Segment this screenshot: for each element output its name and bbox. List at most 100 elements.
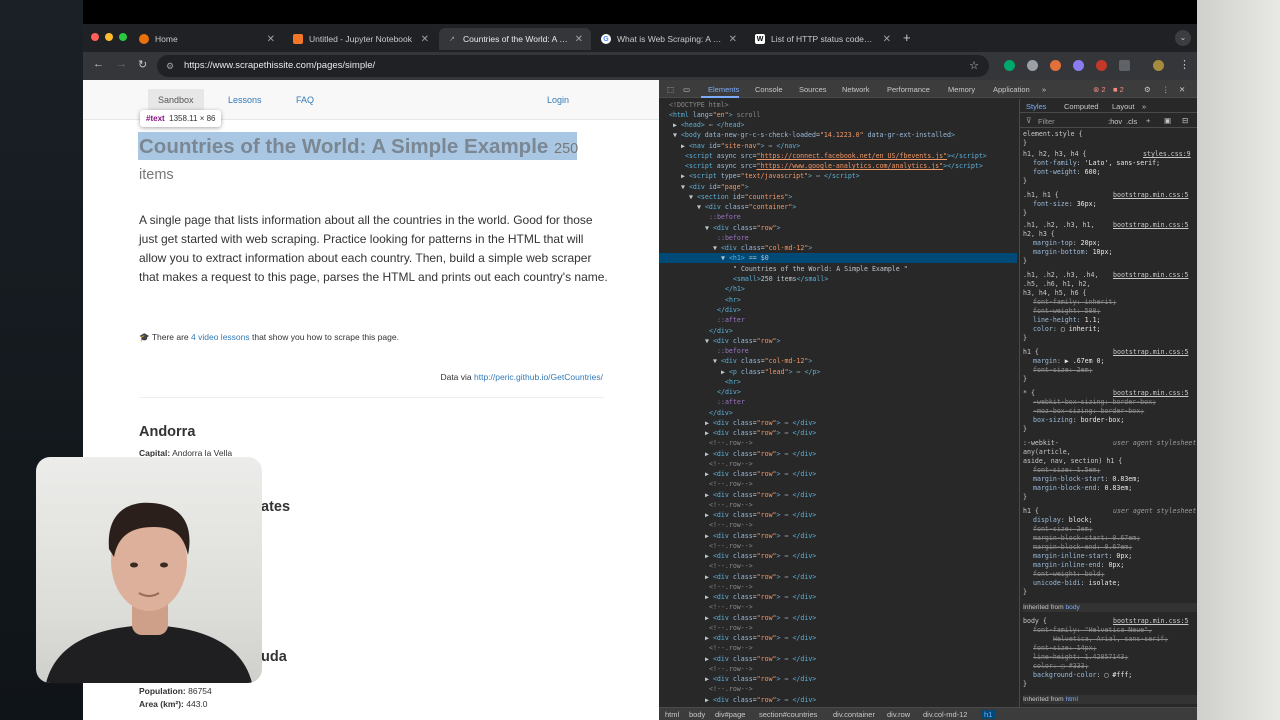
dom-line[interactable]: ▶ <div class="row"> ⋯ </div> — [705, 469, 816, 479]
grammarly-icon[interactable] — [1004, 60, 1015, 71]
dom-line[interactable]: ▶ <div class="row"> ⋯ </div> — [705, 551, 816, 561]
forward-icon[interactable]: → — [116, 58, 127, 70]
dom-line[interactable]: ▼ <div id="page"> — [681, 182, 749, 192]
bookmark-star-icon[interactable]: ☆ — [969, 55, 979, 77]
dom-line[interactable]: <!--.row--> — [709, 479, 753, 489]
extension-icon[interactable] — [1073, 60, 1084, 71]
dom-line[interactable]: <!--.row--> — [709, 438, 753, 448]
extension-icon[interactable] — [1096, 60, 1107, 71]
dom-line[interactable]: </div> — [709, 408, 733, 418]
back-icon[interactable]: ← — [93, 58, 104, 70]
style-source-link[interactable]: bootstrap.min.css:5 — [1113, 348, 1188, 357]
dom-line[interactable]: ▼ <div class="row"> — [705, 336, 781, 346]
dom-line[interactable]: ▶ <div class="row"> ⋯ </div> — [705, 613, 816, 623]
close-icon[interactable]: ✕ — [883, 34, 891, 45]
dom-line[interactable]: <script async src="https://www.google-an… — [685, 161, 983, 171]
dom-line[interactable]: <html lang="en"> scroll — [669, 110, 760, 120]
color-format-icon[interactable]: ▣ — [1164, 116, 1171, 125]
close-icon[interactable]: ✕ — [575, 34, 583, 45]
breadcrumb-item[interactable]: div.row — [887, 710, 910, 719]
style-source-link[interactable]: bootstrap.min.css:5 — [1113, 389, 1188, 398]
dom-line[interactable]: ▶ <div class="row"> ⋯ </div> — [705, 695, 816, 705]
dom-line[interactable]: ▶ <div class="row"> ⋯ </div> — [705, 531, 816, 541]
reload-icon[interactable]: ↻ — [138, 58, 147, 71]
dom-line[interactable]: <!--.row--> — [709, 541, 753, 551]
dom-line[interactable]: ▶ <div class="row"> ⋯ </div> — [705, 428, 816, 438]
dom-line[interactable]: ::before — [717, 233, 749, 243]
tab-search-button[interactable]: ⌄ — [1175, 30, 1191, 46]
dom-tree[interactable]: <!DOCTYPE html> <html lang="en"> scroll … — [659, 99, 1017, 711]
extension-icon[interactable] — [1027, 60, 1038, 71]
nav-faq[interactable]: FAQ — [296, 95, 314, 105]
tab-application[interactable]: Application — [993, 85, 1030, 94]
dom-line[interactable]: ▶ <div class="row"> ⋯ </div> — [705, 418, 816, 428]
tab-network[interactable]: Network — [842, 85, 870, 94]
dom-line[interactable]: <!--.row--> — [709, 643, 753, 653]
dom-line[interactable]: ▶ <div class="row"> ⋯ </div> — [705, 490, 816, 500]
dom-line[interactable]: <!--.row--> — [709, 623, 753, 633]
dom-line[interactable]: ▼ <body data-new-gr-c-s-check-loaded="14… — [673, 130, 955, 140]
nav-login[interactable]: Login — [547, 95, 569, 105]
tab-home[interactable]: Home ✕ — [131, 28, 283, 50]
style-source-link[interactable]: bootstrap.min.css:5 — [1113, 191, 1188, 200]
style-source-link[interactable]: bootstrap.min.css:5 — [1113, 271, 1188, 280]
dom-line[interactable]: ▼ <div class="col-md-12"> — [713, 356, 812, 366]
dom-line[interactable]: <!--.row--> — [709, 684, 753, 694]
style-source-link[interactable]: styles.css:9 — [1143, 150, 1191, 159]
error-count[interactable]: ⊗ 2 — [1093, 85, 1106, 94]
tab-jupyter[interactable]: Untitled - Jupyter Notebook ✕ — [285, 28, 437, 50]
dom-line[interactable]: <hr> — [725, 295, 741, 305]
dom-line[interactable]: <!--.row--> — [709, 582, 753, 592]
dom-line[interactable]: <!--.row--> — [709, 520, 753, 530]
breadcrumb-item[interactable]: section#countries — [759, 710, 817, 719]
tab-computed[interactable]: Computed — [1064, 102, 1099, 111]
nav-sandbox[interactable]: Sandbox — [148, 89, 204, 111]
more-tabs-icon[interactable]: » — [1142, 102, 1146, 111]
dom-line[interactable]: ::before — [709, 212, 741, 222]
menu-icon[interactable]: ⋮ — [1179, 58, 1190, 71]
close-icon[interactable]: ✕ — [729, 34, 737, 45]
dom-line[interactable]: <!DOCTYPE html> — [669, 100, 729, 110]
video-lessons-link[interactable]: 4 video lessons — [191, 332, 250, 342]
dom-line[interactable]: </div> — [717, 387, 741, 397]
hov-toggle[interactable]: :hov — [1108, 117, 1122, 126]
dom-line[interactable]: ▼ <div class="row"> — [705, 223, 781, 233]
settings-gear-icon[interactable]: ⚙ — [1144, 85, 1151, 94]
cls-toggle[interactable]: .cls — [1126, 117, 1137, 126]
tab-web-scraping[interactable]: G What is Web Scraping: A Co ✕ — [593, 28, 745, 50]
breadcrumb-item-active[interactable]: h1 — [981, 710, 996, 719]
dom-line[interactable]: <!--.row--> — [709, 561, 753, 571]
dom-line[interactable]: ▼ <div class="container"> — [697, 202, 796, 212]
zoom-window-button[interactable] — [119, 33, 127, 41]
extensions-puzzle-icon[interactable] — [1119, 60, 1130, 71]
address-bar[interactable]: ⚙ https://www.scrapethissite.com/pages/s… — [157, 55, 989, 77]
tab-sources[interactable]: Sources — [799, 85, 827, 94]
sidebar-toggle-icon[interactable]: ⊟ — [1182, 116, 1188, 125]
tab-layout[interactable]: Layout — [1112, 102, 1135, 111]
breadcrumb-item[interactable]: body — [689, 710, 705, 719]
dom-line[interactable]: ▼ <h1> == $0 — [721, 253, 769, 263]
dom-line[interactable]: ▶ <p class="lead"> ⋯ </p> — [721, 367, 820, 377]
breadcrumb-item[interactable]: html — [665, 710, 679, 719]
dom-line[interactable]: <hr> — [725, 377, 741, 387]
device-toolbar-icon[interactable]: ▭ — [683, 85, 690, 94]
add-rule-icon[interactable]: + — [1146, 116, 1150, 125]
dom-line[interactable]: <script async src="https://connect.faceb… — [685, 151, 987, 161]
dom-line[interactable]: <!--.row--> — [709, 459, 753, 469]
dom-line[interactable]: </div> — [717, 305, 741, 315]
tab-elements[interactable]: Elements — [708, 85, 739, 94]
dom-line[interactable]: ▶ <script type="text/javascript"> ⋯ </sc… — [681, 171, 860, 181]
close-icon[interactable]: ✕ — [267, 34, 275, 45]
nav-lessons[interactable]: Lessons — [228, 95, 262, 105]
dom-line[interactable]: <small>250 items</small> — [733, 274, 828, 284]
dom-line[interactable]: </h1> — [725, 284, 745, 294]
dom-line[interactable]: " Countries of the World: A Simple Examp… — [733, 264, 908, 274]
data-source-link[interactable]: http://peric.github.io/GetCountries/ — [474, 372, 603, 382]
close-devtools-icon[interactable]: ✕ — [1179, 85, 1185, 94]
more-tabs-icon[interactable]: » — [1042, 85, 1046, 94]
inspect-icon[interactable]: ⬚ — [667, 85, 674, 94]
tab-console[interactable]: Console — [755, 85, 783, 94]
tab-memory[interactable]: Memory — [948, 85, 975, 94]
dom-line[interactable]: ▼ <section id="countries"> — [689, 192, 792, 202]
styles-filter[interactable]: ⊽ Filter :hov .cls + ▣ ⊟ — [1020, 114, 1197, 128]
